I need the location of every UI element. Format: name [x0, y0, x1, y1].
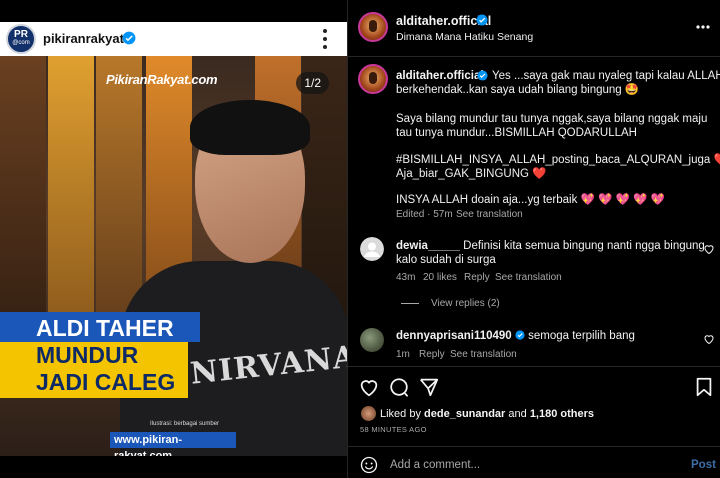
avatar[interactable] [358, 12, 388, 42]
caption-text: Yes ...saya gak mau nyaleg tapi kalau AL… [492, 70, 720, 82]
caption-avatar[interactable] [358, 64, 388, 94]
likes-count[interactable]: 1,180 others [530, 408, 594, 420]
watermark: PikiranRakyat.com [106, 72, 218, 87]
shared-post-image: PR @com pikiranrakyat PikiranRakyat.com … [0, 0, 347, 478]
comment-body-line2: kalo sudah di surga [396, 254, 496, 266]
like-comment-heart-icon[interactable] [703, 243, 715, 255]
caption-edited-time: Edited · 57m [396, 209, 453, 220]
like-heart-icon[interactable] [358, 376, 380, 398]
headline-line1: ALDI TAHER [36, 315, 174, 341]
comment-time: 43m [396, 272, 416, 283]
post-comment-button[interactable]: Post [691, 459, 716, 471]
view-replies-line [401, 303, 419, 304]
post-timestamp: 58 MINUTES AGO [360, 425, 427, 434]
caption-text: Saya bilang mundur tau tunya nggak,saya … [396, 113, 708, 125]
inner-avatar: PR @com [6, 24, 36, 54]
like-comment-heart-icon[interactable] [703, 333, 715, 345]
liked-by-user[interactable]: dede_sunandar [424, 408, 505, 420]
inner-post-header: PR @com pikiranrakyat [0, 22, 347, 56]
comment-body: Definisi kita semua bingung nanti ngga b… [463, 240, 705, 252]
headline-line2: MUNDUR [36, 342, 139, 368]
reply-button[interactable]: Reply [464, 272, 490, 283]
person-hair [190, 100, 310, 155]
inner-avatar-logo-sub: @com [12, 40, 30, 46]
headline-line3: JADI CALEG [36, 369, 176, 395]
see-translation-link[interactable]: See translation [495, 272, 562, 283]
comment-body: semoga terpilih bang [528, 330, 635, 342]
comment-likes[interactable]: 20 likes [423, 272, 457, 283]
comment-time: 1m [396, 349, 410, 360]
liked-by-prefix: Liked by [380, 408, 425, 420]
caption-text: Aja_biar_GAK_BINGUNG ❤️ [396, 168, 547, 180]
post-header: alditaher.official Dimana Mana Hatiku Se… [348, 0, 720, 57]
default-avatar-icon[interactable] [360, 237, 384, 261]
inner-username: pikiranrakyat [43, 31, 124, 46]
header-subtitle[interactable]: Dimana Mana Hatiku Senang [396, 31, 533, 43]
emoji-icon[interactable] [360, 456, 378, 474]
comment-username[interactable]: dennyaprisani110490 [396, 330, 512, 342]
carousel-counter: 1/2 [296, 72, 329, 94]
reply-button[interactable]: Reply [419, 349, 445, 360]
verified-icon [477, 70, 488, 81]
comment-input[interactable]: Add a comment... [390, 459, 480, 471]
post-photo: PikiranRakyat.com 1/2 NIRVANA ALDI TAHER… [0, 56, 347, 456]
liked-by-and: and [505, 408, 530, 420]
bookmark-save-icon[interactable] [693, 376, 715, 398]
caption-username[interactable]: alditaher.official [396, 70, 484, 82]
add-comment-bar: Add a comment... Post [348, 446, 720, 478]
comment-bubble-icon[interactable] [388, 376, 410, 398]
comment-username[interactable]: dewia_____ [396, 240, 460, 252]
liked-by-text: Liked by dede_sunandar and 1,180 others [380, 408, 594, 420]
post-details-panel: alditaher.official Dimana Mana Hatiku Se… [347, 0, 720, 478]
caption-text: tau tunya mundur...BISMILLAH QODARULLAH [396, 127, 637, 139]
inner-avatar-logo: PR [14, 29, 28, 40]
verified-icon [476, 14, 488, 26]
comment-avatar[interactable] [360, 328, 384, 352]
headline-line2-3: MUNDUR JADI CALEG [36, 342, 175, 396]
liked-by-avatar[interactable] [361, 406, 376, 421]
caption-hashtag[interactable]: #BISMILLAH_INSYA_ALLAH_posting_baca_ALQU… [396, 153, 720, 168]
see-translation-link[interactable]: See translation [450, 349, 517, 360]
photo-credit: Ilustrasi: berbagai sumber [150, 421, 220, 427]
more-vertical-icon [323, 29, 327, 49]
comment-text: dennyaprisani110490 semoga terpilih bang [396, 329, 635, 344]
verified-icon [122, 31, 136, 45]
caption-text: INSYA ALLAH doain aja...yg terbaik 💖 💖 💖… [396, 194, 665, 206]
view-replies-button[interactable]: View replies (2) [431, 298, 500, 309]
verified-icon [515, 330, 525, 340]
site-url: www.pikiran-rakyat.com [110, 432, 236, 456]
share-send-icon[interactable] [418, 376, 440, 398]
see-translation-link[interactable]: See translation [456, 209, 523, 220]
more-options-icon[interactable] [695, 20, 711, 34]
comment-text: dewia_____ Definisi kita semua bingung n… [396, 239, 705, 254]
caption-text: berkehendak..kan saya udah bilang bingun… [396, 84, 640, 96]
